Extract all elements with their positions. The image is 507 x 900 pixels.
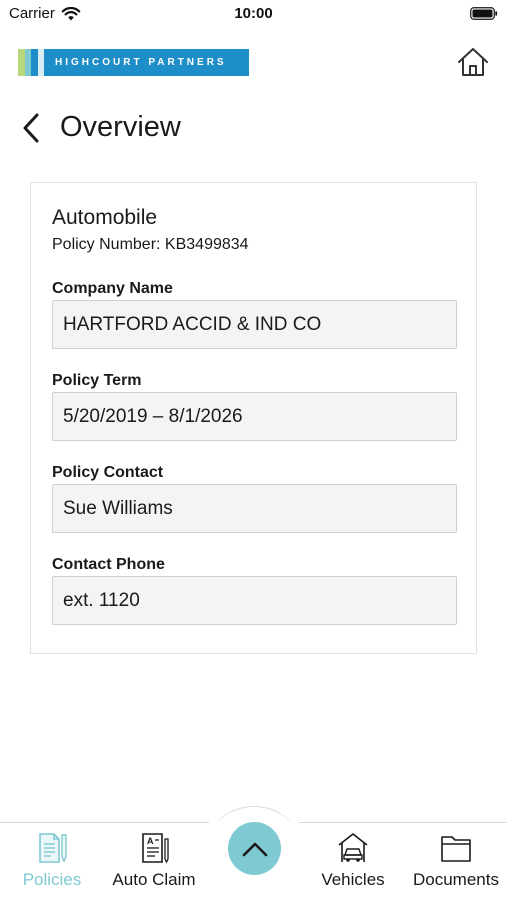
status-bar: Carrier 10:00 — [0, 0, 507, 28]
policy-number: Policy Number: KB3499834 — [52, 236, 249, 253]
home-button[interactable] — [455, 44, 491, 80]
tab-auto-claim-label: Auto Claim — [112, 870, 196, 889]
company-name-field: Company Name — [52, 279, 457, 349]
status-time: 10:00 — [234, 5, 273, 22]
car-garage-icon — [338, 833, 368, 862]
brand-logo: HIGHCOURT PARTNERS — [18, 49, 249, 76]
tab-auto-claim[interactable]: A Auto Claim — [104, 823, 204, 900]
home-icon — [458, 48, 488, 76]
page-title: Overview — [60, 111, 181, 143]
back-button[interactable] — [22, 112, 48, 144]
company-name-input[interactable] — [52, 300, 457, 349]
tab-vehicles-label: Vehicles — [321, 870, 385, 889]
chevron-left-icon — [23, 113, 39, 143]
policy-document-icon — [39, 833, 67, 863]
company-name-label: Company Name — [52, 280, 173, 297]
policy-card: Automobile Policy Number: KB3499834 Comp… — [30, 182, 477, 654]
svg-text:A: A — [147, 836, 154, 846]
chevron-up-icon — [242, 842, 267, 856]
folder-icon — [441, 836, 471, 862]
logo-stripes — [18, 49, 44, 76]
tab-policies[interactable]: Policies — [14, 823, 90, 900]
battery-icon — [470, 7, 498, 20]
logo-wordmark: HIGHCOURT PARTNERS — [44, 49, 249, 76]
policy-contact-input[interactable] — [52, 484, 457, 533]
tab-documents[interactable]: Documents — [404, 823, 507, 900]
policy-term-field: Policy Term — [52, 371, 457, 441]
contact-phone-label: Contact Phone — [52, 556, 165, 573]
policy-type: Automobile — [52, 206, 158, 229]
tab-vehicles[interactable]: Vehicles — [314, 823, 392, 900]
expand-menu-button[interactable] — [228, 822, 281, 875]
tab-documents-label: Documents — [413, 870, 499, 889]
policy-term-input[interactable] — [52, 392, 457, 441]
tab-policies-label: Policies — [22, 870, 82, 889]
claim-form-icon: A — [142, 833, 169, 864]
policy-term-label: Policy Term — [52, 372, 142, 389]
contact-phone-field: Contact Phone — [52, 555, 457, 625]
policy-contact-label: Policy Contact — [52, 464, 164, 481]
policy-contact-field: Policy Contact — [52, 463, 457, 533]
contact-phone-input[interactable] — [52, 576, 457, 625]
